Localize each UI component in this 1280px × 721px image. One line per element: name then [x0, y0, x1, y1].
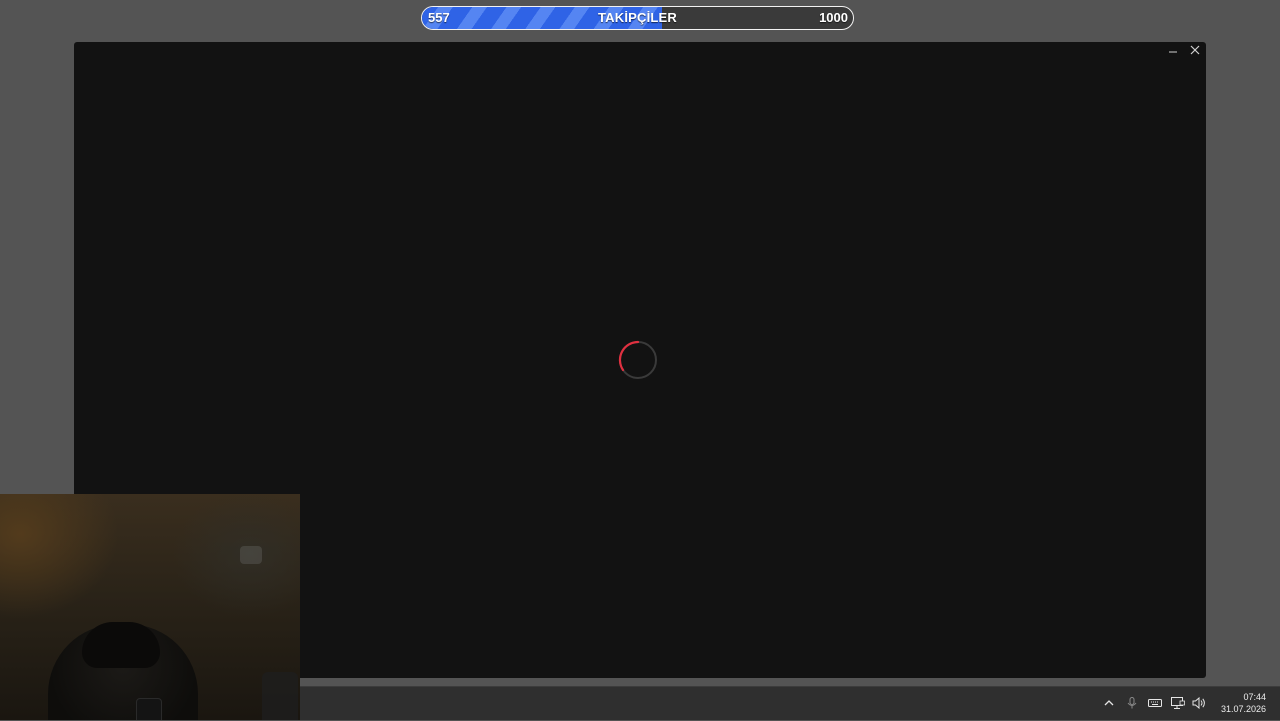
goal-target-count: 1000: [819, 10, 848, 25]
close-button[interactable]: [1186, 44, 1204, 58]
microphone-icon[interactable]: [1123, 695, 1141, 711]
goal-title: TAKİPÇİLER: [597, 10, 678, 25]
minimize-icon: [1169, 51, 1177, 53]
desktop-background: 557 TAKİPÇİLER 1000 07:44 31.07.2026: [0, 0, 1280, 720]
webcam-person-head: [82, 622, 160, 668]
webcam-chair: [262, 672, 298, 720]
loading-spinner-icon: [618, 340, 657, 379]
clock-time: 07:44: [1243, 692, 1266, 702]
chevron-up-icon[interactable]: [1100, 695, 1118, 711]
clock-date: 31.07.2026: [1220, 704, 1266, 714]
webcam-overlay: [0, 494, 300, 720]
minimize-button[interactable]: [1164, 44, 1182, 58]
network-icon[interactable]: [1169, 695, 1187, 711]
webcam-background-lamp: [240, 546, 262, 564]
close-icon: [1190, 45, 1200, 55]
taskbar-clock[interactable]: 07:44 31.07.2026: [1214, 691, 1266, 715]
webcam-phone: [136, 698, 162, 720]
keyboard-icon[interactable]: [1146, 695, 1164, 711]
system-tray: 07:44 31.07.2026: [1100, 687, 1280, 721]
follower-goal-bar: 557 TAKİPÇİLER 1000: [421, 6, 854, 30]
volume-icon[interactable]: [1190, 695, 1208, 711]
